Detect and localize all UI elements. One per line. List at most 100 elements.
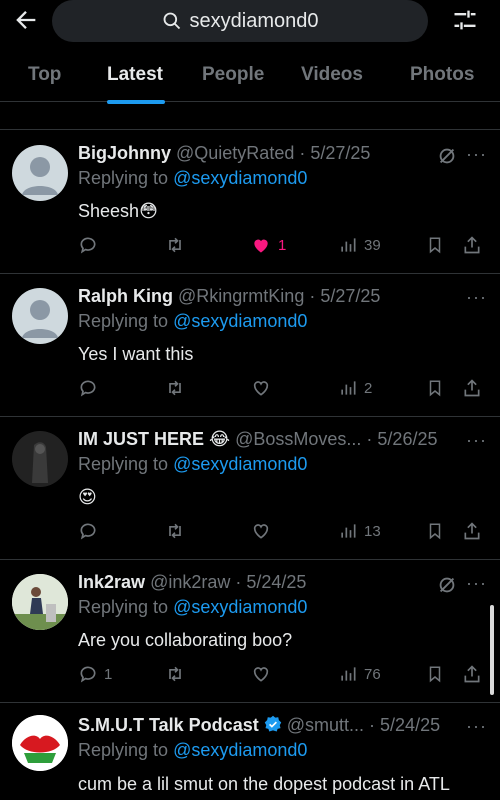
like-button[interactable]: 1 <box>250 233 286 257</box>
share-icon <box>464 665 480 683</box>
bookmark-button[interactable] <box>426 662 444 686</box>
tweet[interactable]: Ink2raw @ink2raw · 5/24/25 ··· Replying … <box>0 560 500 703</box>
mention-link[interactable]: @sexydiamond0 <box>173 168 307 188</box>
scrollbar[interactable] <box>490 605 494 695</box>
user-handle[interactable]: @QuietyRated <box>176 143 294 163</box>
like-button[interactable] <box>250 519 272 543</box>
reply-icon <box>80 380 96 397</box>
like-button[interactable] <box>250 662 272 686</box>
tweet-text: 😍 <box>78 487 97 508</box>
search-icon <box>163 12 180 30</box>
avatar[interactable] <box>12 715 68 771</box>
mention-link[interactable]: @sexydiamond0 <box>173 740 307 760</box>
retweet-button[interactable] <box>164 519 186 543</box>
tweet-header: BigJohnny @QuietyRated · 5/27/25 <box>78 143 371 163</box>
display-name[interactable]: BigJohnny <box>78 143 171 163</box>
tweet-date: 5/24/25 <box>246 572 307 592</box>
reply-icon <box>80 237 96 254</box>
bookmark-icon <box>429 380 441 397</box>
display-name[interactable]: Ralph King <box>78 286 173 306</box>
reply-context: Replying to @sexydiamond0 <box>78 311 308 331</box>
more-options-icon[interactable]: ··· <box>466 573 488 593</box>
tab-latest[interactable]: Latest <box>107 64 163 86</box>
tweet-text: Sheesh😳 <box>78 201 158 221</box>
view-count: 2 <box>364 379 373 397</box>
tweet-date: 5/27/25 <box>320 286 381 306</box>
share-button[interactable] <box>462 376 482 400</box>
more-options-icon[interactable]: ··· <box>466 430 488 450</box>
mention-link[interactable]: @sexydiamond0 <box>173 311 307 331</box>
grok-icon[interactable] <box>436 145 458 167</box>
tab-top[interactable]: Top <box>28 64 61 86</box>
user-handle[interactable]: @RkingrmtKing <box>178 286 304 306</box>
retweet-button[interactable] <box>164 662 186 686</box>
heart-eyes-emoji: 😍 <box>78 487 97 507</box>
tab-photos[interactable]: Photos <box>410 64 474 86</box>
reply-context: Replying to @sexydiamond0 <box>78 740 308 760</box>
views-button[interactable]: 13 <box>338 519 381 543</box>
views-icon <box>341 238 356 252</box>
heart-icon <box>253 524 269 539</box>
search-header: sexydiamond0 Top Latest People Videos Ph… <box>0 0 500 104</box>
views-icon <box>341 667 356 681</box>
views-button[interactable]: 39 <box>338 233 381 257</box>
reply-button[interactable] <box>78 376 98 400</box>
tab-videos[interactable]: Videos <box>301 64 363 86</box>
reply-button[interactable]: 1 <box>78 662 112 686</box>
mention-link[interactable]: @sexydiamond0 <box>173 454 307 474</box>
grok-icon[interactable] <box>436 574 458 596</box>
user-handle[interactable]: @smutt... <box>287 715 364 735</box>
more-options-icon[interactable]: ··· <box>466 716 488 736</box>
retweet-button[interactable] <box>164 376 186 400</box>
reply-button[interactable] <box>78 519 98 543</box>
tweet-actions: 13 <box>78 519 488 543</box>
bookmark-button[interactable] <box>426 519 444 543</box>
reply-button[interactable] <box>78 233 98 257</box>
reply-icon <box>80 666 96 683</box>
views-button[interactable]: 2 <box>338 376 372 400</box>
like-count: 1 <box>278 236 287 254</box>
tweet[interactable]: S.M.U.T Talk Podcast @smutt... · 5/24/25… <box>0 703 500 800</box>
avatar[interactable] <box>12 288 68 344</box>
more-options-icon[interactable]: ··· <box>466 144 488 164</box>
user-handle[interactable]: @BossMoves... <box>235 429 361 449</box>
tweet[interactable]: IM JUST HERE 😂 @BossMoves... · 5/26/25 ·… <box>0 417 500 560</box>
share-button[interactable] <box>462 233 482 257</box>
share-button[interactable] <box>462 662 482 686</box>
back-arrow-icon[interactable] <box>12 6 40 34</box>
reply-context: Replying to @sexydiamond0 <box>78 454 308 474</box>
search-input[interactable]: sexydiamond0 <box>52 0 428 42</box>
avatar[interactable] <box>12 145 68 201</box>
view-count: 13 <box>364 522 381 540</box>
tweet[interactable]: BigJohnny @QuietyRated · 5/27/25 ··· Rep… <box>0 131 500 274</box>
tears-of-joy-emoji: 😂 <box>209 429 231 449</box>
display-name[interactable]: IM JUST HERE <box>78 429 204 449</box>
display-name[interactable]: Ink2raw <box>78 572 145 592</box>
tweet-date: 5/24/25 <box>380 715 441 735</box>
avatar[interactable] <box>12 431 68 487</box>
bookmark-button[interactable] <box>426 233 444 257</box>
retweet-icon <box>169 380 181 396</box>
bookmark-button[interactable] <box>426 376 444 400</box>
reply-context: Replying to @sexydiamond0 <box>78 597 308 617</box>
like-button[interactable] <box>250 376 272 400</box>
views-icon <box>341 524 356 538</box>
avatar[interactable] <box>12 574 68 630</box>
view-count: 39 <box>364 236 381 254</box>
tweet-header: S.M.U.T Talk Podcast @smutt... · 5/24/25 <box>78 715 441 735</box>
verified-badge-icon <box>264 715 281 732</box>
user-handle[interactable]: @ink2raw <box>150 572 230 592</box>
search-tabs: Top Latest People Videos Photos <box>0 56 500 104</box>
search-query: sexydiamond0 <box>189 9 319 32</box>
tweet-actions: 1 39 <box>78 233 488 257</box>
filter-settings-icon[interactable] <box>450 6 480 34</box>
views-button[interactable]: 76 <box>338 662 381 686</box>
tweet[interactable]: Ralph King @RkingrmtKing · 5/27/25 ··· R… <box>0 274 500 417</box>
display-name[interactable]: S.M.U.T Talk Podcast <box>78 715 259 735</box>
retweet-button[interactable] <box>164 233 186 257</box>
mention-link[interactable]: @sexydiamond0 <box>173 597 307 617</box>
retweet-icon <box>169 666 181 682</box>
more-options-icon[interactable]: ··· <box>466 287 488 307</box>
share-button[interactable] <box>462 519 482 543</box>
tab-people[interactable]: People <box>202 64 264 86</box>
